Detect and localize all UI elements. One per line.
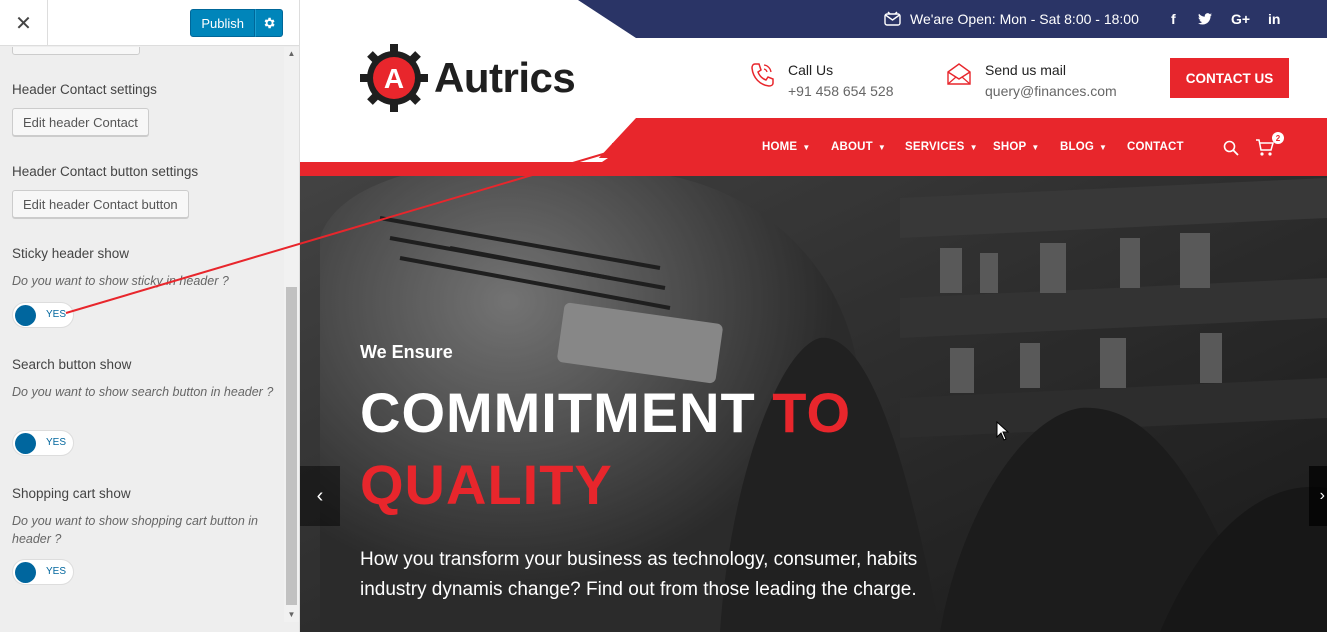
svg-text:A: A [384,63,404,94]
close-button[interactable]: ✕ [0,0,48,46]
call-us-info: Call Us +91 458 654 528 [750,62,894,99]
search-button-desc: Do you want to show search button in hea… [12,385,274,399]
toggle-label: YES [46,309,67,320]
cart-button[interactable]: 2 [1255,132,1287,160]
logo-text: Autrics [434,54,576,101]
shopping-cart-title: Shopping cart show [12,486,131,501]
cart-count-badge: 2 [1272,132,1284,144]
chevron-left-icon: ‹ [316,484,324,507]
nav-label: BLOG [1060,141,1095,153]
twitter-icon[interactable] [1198,0,1212,38]
shopping-cart-desc: Do you want to show shopping cart button… [12,514,258,546]
hero-title-white: COMMITMENT [360,381,773,444]
linkedin-icon[interactable]: in [1268,0,1280,38]
customizer-controls: Header Contact settings Edit header Cont… [0,47,284,622]
sidebar-scrollbar[interactable]: ▲ ▼ [284,47,299,622]
header-contact-button-title: Header Contact button settings [12,164,199,179]
phone-icon [751,63,774,87]
publish-group: Publish [190,9,283,37]
call-us-title: Call Us [788,62,834,78]
toggle-knob [15,433,36,454]
scroll-down-arrow-icon[interactable]: ▼ [284,608,299,622]
hero-title-red: TO [772,381,852,444]
scroll-up-arrow-icon[interactable]: ▲ [284,47,299,61]
send-mail-title: Send us mail [985,62,1066,78]
nav-about[interactable]: ABOUT ▼ [831,118,886,176]
site-logo[interactable]: A Autrics [360,44,576,112]
toggle-knob [15,305,36,326]
header-contact-title: Header Contact settings [12,82,157,97]
opening-hours-text: We'are Open: Mon - Sat 8:00 - 18:00 [910,11,1139,27]
facebook-icon[interactable]: f [1171,0,1176,38]
scrollbar-thumb[interactable] [286,287,297,605]
chevron-right-icon: › [1319,487,1325,504]
nav-label: HOME [762,141,798,153]
sticky-header-desc: Do you want to show sticky in header ? [12,274,229,288]
nav-blog[interactable]: BLOG ▼ [1060,118,1107,176]
hero-kicker: We Ensure [360,342,453,362]
chevron-down-icon: ▼ [969,142,978,152]
sticky-header-title: Sticky header show [12,246,130,261]
nav-home[interactable]: HOME ▼ [762,118,810,176]
nav-label: SHOP [993,141,1027,153]
toggle-label: YES [46,437,67,448]
chevron-down-icon: ▼ [877,142,887,152]
hero-description: How you transform your business as techn… [360,549,918,600]
sticky-header-toggle[interactable]: YES [12,302,74,328]
edit-header-contact-button[interactable]: Edit header Contact [12,108,149,136]
send-mail-address[interactable]: query@finances.com [985,83,1117,99]
chevron-down-icon: ▼ [802,142,811,152]
send-mail-info: Send us mail query@finances.com [947,62,1117,99]
shopping-cart-toggle[interactable]: YES [12,559,74,585]
nav-label: SERVICES [905,141,965,153]
clock-envelope-icon [884,11,901,26]
nav-label: CONTACT [1127,141,1184,153]
slider-prev-button[interactable]: ‹ [300,466,340,526]
nav-label: ABOUT [831,141,873,153]
publish-button[interactable]: Publish [190,9,255,37]
toggle-knob [15,562,36,583]
hero-title-line2: QUALITY [360,453,613,516]
contact-us-button[interactable]: CONTACT US [1170,58,1289,98]
search-icon[interactable] [1223,140,1239,156]
slider-next-button[interactable]: › [1309,466,1327,526]
opening-hours: We'are Open: Mon - Sat 8:00 - 18:00 [884,0,1139,38]
nav-contact[interactable]: CONTACT [1127,118,1184,176]
hero-title-line1: COMMITMENT TO [360,380,851,445]
nav-services[interactable]: SERVICES ▼ [905,118,978,176]
customizer-header: ✕ Publish [0,0,299,46]
gear-icon [264,17,275,29]
google-plus-icon[interactable]: G+ [1231,0,1250,38]
call-us-number[interactable]: +91 458 654 528 [788,83,894,99]
mouse-cursor-icon [996,421,1010,441]
nav-shop[interactable]: SHOP ▼ [993,118,1040,176]
publish-settings-button[interactable] [255,9,283,37]
edit-header-contact-button-button[interactable]: Edit header Contact button [12,190,189,218]
search-button-toggle[interactable]: YES [12,430,74,456]
search-button-title: Search button show [12,357,132,372]
envelope-icon [947,63,971,85]
chevron-down-icon: ▼ [1099,142,1108,152]
toggle-label: YES [46,566,67,577]
gear-a-logo-icon: A [360,44,428,112]
chevron-down-icon: ▼ [1031,142,1040,152]
customizer-sidebar: ✕ Publish Header Contact settings Edit h… [0,0,300,632]
site-preview: We'are Open: Mon - Sat 8:00 - 18:00 f G+… [300,0,1327,632]
clipped-button[interactable] [12,47,140,55]
